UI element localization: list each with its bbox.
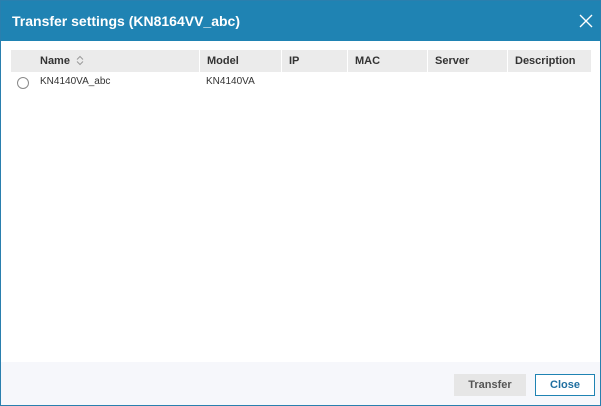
column-label-model: Model bbox=[207, 55, 239, 67]
column-header-name[interactable]: Name bbox=[33, 50, 199, 72]
device-table: Name Model IP MAC Server Description KN4… bbox=[11, 50, 591, 362]
dialog-title: Transfer settings (KN8164VV_abc) bbox=[12, 13, 240, 29]
cell-model: KN4140VA bbox=[206, 76, 255, 87]
sort-icon[interactable] bbox=[76, 55, 84, 66]
dialog-footer: Transfer Close bbox=[1, 362, 600, 405]
transfer-settings-dialog: Transfer settings (KN8164VV_abc) Name Mo… bbox=[0, 0, 601, 406]
close-button[interactable]: Close bbox=[535, 374, 595, 396]
column-header-description[interactable]: Description bbox=[507, 50, 591, 72]
column-header-model[interactable]: Model bbox=[199, 50, 281, 72]
cell-name: KN4140VA_abc bbox=[40, 76, 111, 87]
close-icon[interactable] bbox=[578, 13, 594, 29]
transfer-button[interactable]: Transfer bbox=[454, 374, 526, 396]
column-label-ip: IP bbox=[289, 55, 300, 67]
column-header-ip[interactable]: IP bbox=[281, 50, 347, 72]
table-header: Name Model IP MAC Server Description bbox=[11, 50, 591, 72]
table-row[interactable]: KN4140VA_abc KN4140VA bbox=[11, 72, 591, 94]
row-select-radio[interactable] bbox=[17, 77, 29, 89]
column-label-server: Server bbox=[435, 55, 470, 67]
column-header-mac[interactable]: MAC bbox=[347, 50, 427, 72]
column-label-description: Description bbox=[515, 55, 576, 67]
column-label-mac: MAC bbox=[355, 55, 381, 67]
column-header-server[interactable]: Server bbox=[427, 50, 507, 72]
column-label-name: Name bbox=[40, 55, 70, 67]
dialog-titlebar: Transfer settings (KN8164VV_abc) bbox=[1, 1, 600, 41]
